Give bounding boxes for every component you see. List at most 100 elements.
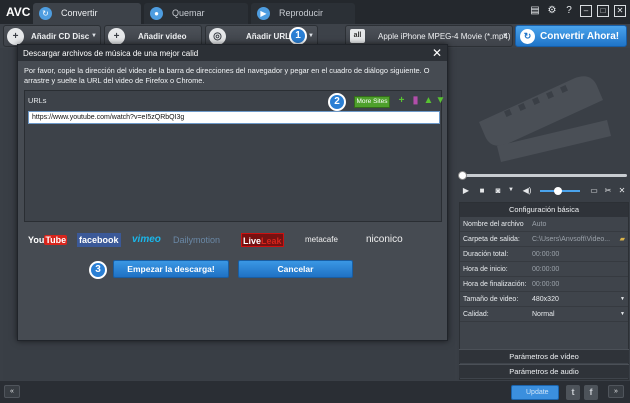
setting-row-output-folder[interactable]: Carpeta de salida: C:\Users\Anvsoft\Video…: [460, 232, 628, 247]
registry-icon[interactable]: ▤: [529, 5, 541, 17]
chevron-down-icon[interactable]: ▼: [620, 292, 625, 307]
video-parameters-section[interactable]: Parámetros de vídeo: [459, 349, 629, 363]
start-download-button[interactable]: Empezar la descarga!: [113, 260, 229, 278]
setting-label: Calidad:: [463, 311, 489, 318]
update-button[interactable]: Update: [511, 385, 559, 400]
url-entry[interactable]: https://www.youtube.com/watch?v=eI5zQRbQ…: [28, 111, 440, 124]
volume-handle[interactable]: [554, 187, 562, 195]
add-cd-label: Añadir CD Disc: [31, 32, 90, 41]
setting-value[interactable]: 00:00:00: [532, 262, 612, 277]
add-url-icon[interactable]: +: [396, 95, 407, 107]
youtube-logo: YouTube: [28, 233, 68, 247]
title-bar: AVC ↻ Convertir ● Quemar ▶ Reproducir ▤ …: [0, 0, 630, 24]
add-video-label: Añadir video: [138, 32, 187, 41]
setting-label: Tamaño de video:: [463, 296, 519, 303]
app-logo: AVC: [6, 5, 31, 19]
snapshot-icon[interactable]: ◙: [492, 184, 504, 197]
maximize-button[interactable]: □: [597, 5, 609, 17]
help-button[interactable]: ?: [563, 5, 575, 17]
settings-header[interactable]: Configuración básica: [460, 203, 628, 217]
expand-right-button[interactable]: »: [608, 385, 624, 398]
dialog-title-bar: Descargar archivos de música de una mejo…: [18, 45, 447, 61]
app-window: AVC ↻ Convertir ● Quemar ▶ Reproducir ▤ …: [0, 0, 630, 403]
youtube-logo-tube: Tube: [44, 235, 68, 245]
play-icon[interactable]: ▶: [460, 184, 472, 197]
chevron-down-icon[interactable]: ▼: [620, 307, 625, 322]
audio-parameters-section[interactable]: Parámetros de audio: [459, 364, 629, 378]
liveleak-logo-leak: Leak: [261, 236, 282, 246]
chevron-down-icon[interactable]: ▼: [91, 33, 97, 39]
supported-sites: YouTube facebook vimeo Dailymotion LiveL…: [24, 233, 442, 249]
tab-reproducir-label: Reproducir: [279, 8, 324, 18]
convert-now-label: Convertir Ahora!: [540, 31, 620, 42]
stop-icon[interactable]: ■: [476, 184, 488, 197]
crop-icon[interactable]: ▭: [588, 184, 600, 197]
arrow-down-icon[interactable]: ▼: [435, 95, 446, 107]
effects-icon[interactable]: ✕: [616, 184, 628, 197]
trash-icon[interactable]: ▮: [410, 95, 421, 107]
chevron-down-icon[interactable]: ▼: [506, 184, 516, 197]
add-url-label: Añadir URL: [246, 32, 290, 41]
seek-bar[interactable]: [458, 171, 627, 180]
folder-icon[interactable]: ▰: [620, 232, 625, 247]
urls-label: URLs: [28, 96, 47, 105]
download-url-dialog: Descargar archivos de música de una mejo…: [17, 44, 448, 341]
tab-reproducir[interactable]: ▶ Reproducir: [251, 3, 355, 24]
setting-value[interactable]: 00:00:00: [532, 277, 612, 292]
arrow-up-icon[interactable]: ▲: [423, 95, 434, 107]
step-badge-3: 3: [89, 261, 107, 279]
minimize-button[interactable]: –: [580, 5, 592, 17]
facebook-logo: facebook: [77, 233, 121, 247]
setting-row-start-time[interactable]: Hora de inicio: 00:00:00: [460, 262, 628, 277]
url-list-panel: URLs 2 More Sites + ▮ ▲ ▼ https://www.yo…: [24, 90, 445, 222]
globe-add-icon: ◎: [209, 28, 226, 45]
metacafe-logo: metacafe: [305, 235, 338, 244]
convert-icon: ↻: [520, 29, 535, 44]
setting-value[interactable]: 480x320: [532, 292, 612, 307]
setting-row-filename[interactable]: Nombre del archivo Auto: [460, 217, 628, 232]
dialog-close-icon[interactable]: ✕: [432, 46, 442, 60]
tab-convertir-label: Convertir: [61, 8, 98, 18]
setting-row-video-size[interactable]: Tamaño de video: 480x320 ▼: [460, 292, 628, 307]
step-badge-2: 2: [328, 93, 346, 111]
volume-slider[interactable]: [540, 187, 580, 195]
setting-value[interactable]: Auto: [532, 217, 612, 232]
dialog-description: Por favor, copie la dirección del video …: [24, 66, 430, 85]
twitter-icon[interactable]: t: [566, 385, 580, 400]
liveleak-logo: LiveLeak: [241, 233, 284, 247]
setting-label: Duración total:: [463, 251, 509, 258]
window-controls: ▤ ⚙ ? – □ ✕: [529, 5, 626, 17]
setting-value[interactable]: Normal: [532, 307, 612, 322]
status-bar: « Update t f »: [0, 381, 630, 403]
convert-now-button[interactable]: ↻ Convertir Ahora!: [515, 25, 627, 47]
step-badge-1: 1: [289, 27, 307, 45]
volume-icon[interactable]: ◀): [520, 184, 534, 197]
liveleak-logo-live: Live: [243, 236, 262, 246]
setting-label: Carpeta de salida:: [463, 236, 520, 243]
tab-quemar[interactable]: ● Quemar: [144, 3, 248, 24]
scissors-icon[interactable]: ✂: [602, 184, 614, 197]
cancel-button[interactable]: Cancelar: [238, 260, 353, 278]
play-icon: ▶: [257, 7, 270, 20]
film-add-icon: +: [108, 28, 125, 45]
dailymotion-logo: Dailymotion: [173, 235, 221, 245]
setting-row-end-time[interactable]: Hora de finalización: 00:00:00: [460, 277, 628, 292]
tab-quemar-label: Quemar: [172, 8, 205, 18]
close-button[interactable]: ✕: [614, 5, 626, 17]
gear-icon[interactable]: ⚙: [546, 5, 558, 17]
more-sites-button[interactable]: More Sites: [354, 96, 390, 108]
disc-icon: ●: [150, 7, 163, 20]
setting-label: Nombre del archivo: [463, 221, 524, 228]
collapse-left-button[interactable]: «: [4, 385, 20, 398]
convert-icon: ↻: [39, 7, 52, 20]
chevron-down-icon: ▼: [502, 33, 508, 39]
tab-convertir[interactable]: ↻ Convertir: [33, 3, 141, 24]
chevron-down-icon[interactable]: ▼: [308, 33, 314, 39]
setting-row-quality[interactable]: Calidad: Normal ▼: [460, 307, 628, 322]
facebook-icon[interactable]: f: [584, 385, 598, 400]
setting-row-duration: Duración total: 00:00:00: [460, 247, 628, 262]
youtube-logo-you: You: [28, 235, 45, 245]
seek-handle[interactable]: [458, 171, 467, 180]
setting-value[interactable]: C:\Users\Anvsoft\Video...: [532, 232, 612, 247]
update-label: Update: [526, 389, 549, 396]
